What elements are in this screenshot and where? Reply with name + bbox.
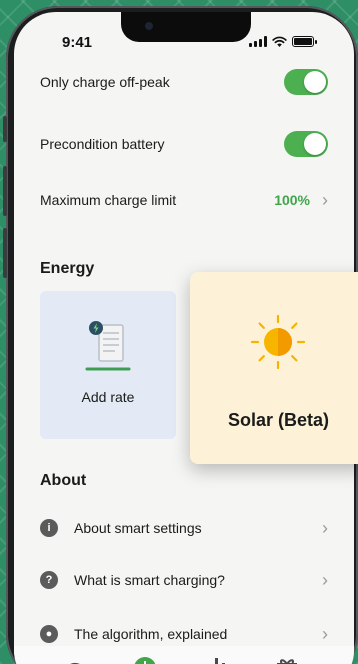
chevron-right-icon: › — [322, 624, 328, 644]
about-row-what-is-smart-charging[interactable]: ? What is smart charging? › — [40, 562, 328, 598]
about-heading: About — [40, 472, 87, 489]
volume-up-button — [3, 166, 7, 216]
receipt-icon — [85, 321, 131, 371]
tab-bar — [14, 646, 354, 664]
add-rate-label: Add rate — [81, 389, 135, 405]
chevron-right-icon: › — [322, 518, 328, 538]
wifi-icon — [272, 36, 287, 47]
off-peak-row[interactable]: Only charge off-peak — [40, 62, 328, 102]
precondition-label: Precondition battery — [40, 136, 165, 152]
precondition-row[interactable]: Precondition battery — [40, 124, 328, 164]
status-icons — [249, 36, 317, 47]
smart-charge-icon[interactable] — [133, 656, 157, 664]
precondition-toggle[interactable] — [284, 131, 328, 157]
volume-down-button — [3, 228, 7, 278]
question-icon: ? — [40, 571, 58, 589]
camera-icon — [145, 22, 153, 30]
signal-icon — [249, 36, 267, 47]
about-row-label: The algorithm, explained — [74, 626, 228, 642]
about-row-label: About smart settings — [74, 520, 202, 536]
solar-beta-card[interactable]: Solar (Beta) — [190, 272, 358, 464]
off-peak-label: Only charge off-peak — [40, 74, 170, 90]
solar-label: Solar (Beta) — [228, 410, 330, 430]
info-icon: i — [40, 519, 58, 537]
chevron-right-icon: › — [322, 570, 328, 590]
about-row-label: What is smart charging? — [74, 572, 225, 588]
sun-icon — [250, 314, 306, 370]
add-rate-card[interactable]: Add rate — [40, 291, 176, 439]
off-peak-toggle[interactable] — [284, 69, 328, 95]
gift-icon[interactable] — [276, 656, 298, 664]
energy-heading: Energy — [40, 260, 95, 277]
gauge-icon[interactable] — [62, 656, 88, 664]
bar-chart-icon[interactable] — [206, 656, 228, 664]
chevron-right-icon: › — [322, 190, 328, 210]
about-row-smart-settings[interactable]: i About smart settings › — [40, 510, 328, 546]
mute-switch — [3, 116, 7, 142]
max-charge-value: 100% — [274, 192, 310, 208]
status-time: 9:41 — [62, 34, 93, 51]
battery-icon — [292, 36, 317, 47]
people-icon: ● — [40, 625, 58, 643]
max-charge-row[interactable]: Maximum charge limit 100% › — [40, 180, 328, 220]
max-charge-label: Maximum charge limit — [40, 192, 177, 208]
notch — [121, 12, 251, 42]
